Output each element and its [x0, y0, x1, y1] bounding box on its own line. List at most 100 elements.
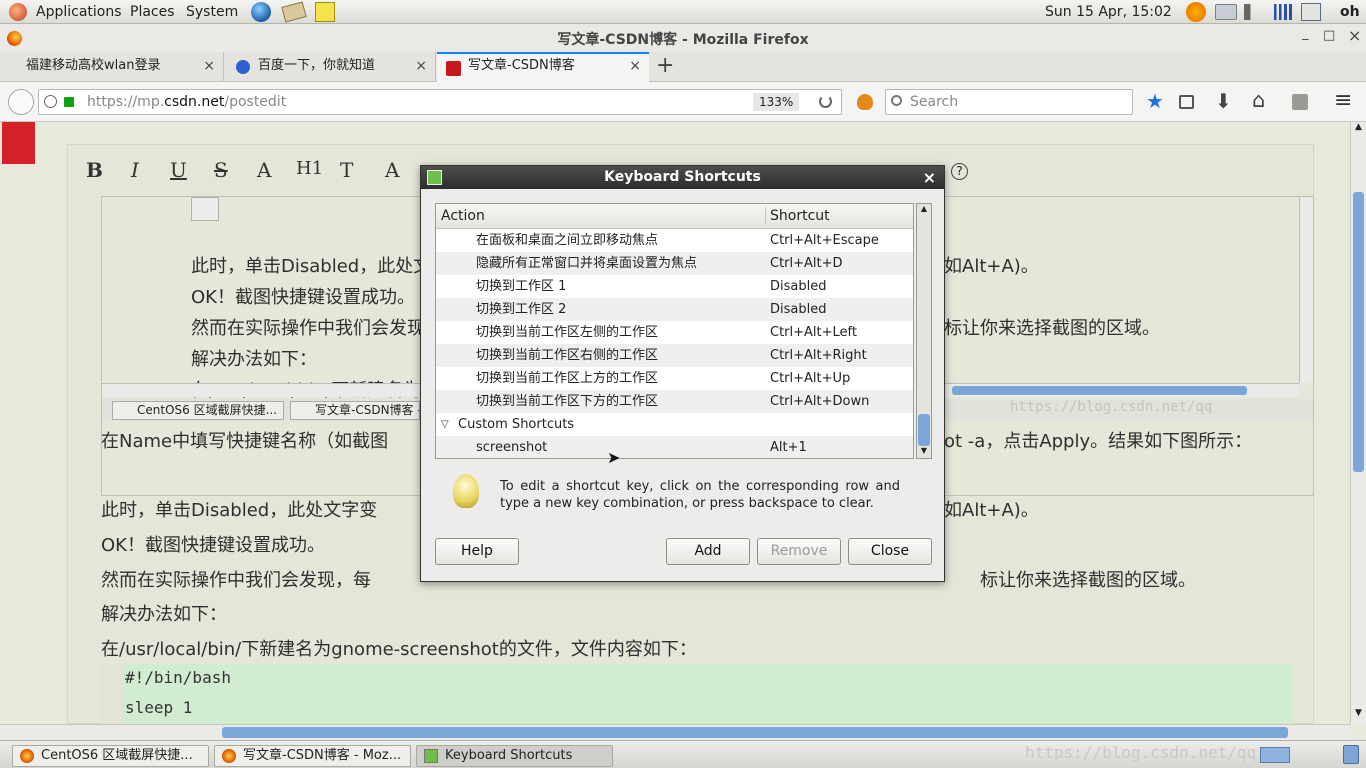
- help-circle-icon[interactable]: ?: [951, 163, 968, 180]
- csdn-red-tab[interactable]: [2, 122, 35, 164]
- bold-icon[interactable]: B: [86, 158, 103, 182]
- shortcuts-list[interactable]: Action Shortcut 在面板和桌面之间立即移动焦点 Ctrl+Alt+E…: [435, 203, 914, 459]
- shortcut-row[interactable]: 切换到工作区 1 Disabled: [436, 275, 913, 298]
- shortcut-row[interactable]: 切换到当前工作区左侧的工作区 Ctrl+Alt+Left: [436, 321, 913, 344]
- close-button[interactable]: Close: [848, 538, 932, 565]
- new-tab-button[interactable]: +: [656, 53, 674, 78]
- article-line-2[interactable]: 此时，单击Disabled，此处文字变: [101, 496, 377, 522]
- clock[interactable]: Sun 15 Apr, 15:02: [1045, 3, 1172, 21]
- article-line-6[interactable]: 在/usr/local/bin/下新建名为gnome-screenshot的文件…: [101, 635, 697, 661]
- applications-menu[interactable]: Applications: [36, 3, 122, 21]
- tab-csdn-active[interactable]: 写文章-CSDN博客 ×: [437, 52, 649, 83]
- user-menu[interactable]: oh: [1340, 3, 1360, 21]
- bookmark-star-icon[interactable]: ★: [1146, 89, 1164, 113]
- reload-icon[interactable]: [819, 95, 832, 108]
- shortcut-row[interactable]: 切换到工作区 2 Disabled: [436, 298, 913, 321]
- system-menu[interactable]: System: [186, 3, 238, 21]
- network-icon[interactable]: [1215, 4, 1237, 20]
- close-tab-icon[interactable]: ×: [629, 52, 641, 80]
- strikethrough-icon[interactable]: S: [214, 158, 228, 182]
- inner-line-right: 标让你来选择截图的区域。: [944, 318, 1160, 339]
- window-titlebar[interactable]: 写文章-CSDN博客 - Mozilla Firefox _ □ ×: [0, 24, 1366, 52]
- tab-wlan-login[interactable]: 福建移动高校wlan登录 ×: [0, 52, 224, 82]
- tab-baidu[interactable]: 百度一下，你就知道 ×: [224, 52, 436, 82]
- underline-icon[interactable]: U: [170, 158, 187, 182]
- reading-list-icon[interactable]: [1179, 95, 1194, 109]
- dialog-titlebar[interactable]: Keyboard Shortcuts ×: [421, 166, 944, 189]
- dialog-close-icon[interactable]: ×: [923, 166, 936, 189]
- font-color-icon[interactable]: A: [257, 158, 271, 182]
- search-bar[interactable]: Search: [885, 89, 1133, 115]
- inner-line-right: 如Alt+A)。: [944, 256, 1039, 277]
- battery-icon[interactable]: [1301, 3, 1321, 21]
- shortcut-row[interactable]: 切换到当前工作区下方的工作区 Ctrl+Alt+Down: [436, 390, 913, 413]
- shortcut-row[interactable]: 在面板和桌面之间立即移动焦点 Ctrl+Alt+Escape: [436, 229, 913, 252]
- web-browser-launcher-icon[interactable]: [251, 2, 271, 22]
- gnome-foot-icon[interactable]: [9, 3, 27, 21]
- maximize-button[interactable]: □: [1323, 28, 1335, 43]
- page-vertical-scrollbar[interactable]: ▲ ▼: [1350, 122, 1366, 724]
- notes-launcher-icon[interactable]: [315, 2, 335, 22]
- col-shortcut-header[interactable]: Shortcut: [770, 204, 830, 228]
- taskbar-item-keyboard-shortcuts[interactable]: Keyboard Shortcuts: [416, 745, 613, 767]
- article-line-1[interactable]: 在Name中填写快捷键名称（如截图: [101, 427, 388, 453]
- scroll-thumb[interactable]: [222, 727, 1288, 738]
- italic-icon[interactable]: I: [131, 158, 139, 182]
- taskbar-item-firefox[interactable]: 写文章-CSDN博客 - Moz...: [214, 745, 411, 767]
- article-line-4-right[interactable]: 标让你来选择截图的区域。: [980, 566, 1196, 592]
- addon-fox-icon[interactable]: [857, 94, 873, 110]
- page-horizontal-scrollbar[interactable]: [0, 724, 1350, 740]
- minimize-button[interactable]: _: [1302, 26, 1309, 41]
- url-bar[interactable]: https://mp.csdn.net/postedit 133%: [38, 89, 842, 115]
- keyboard-icon: [424, 749, 438, 763]
- trash-icon[interactable]: [1343, 745, 1359, 764]
- remove-button[interactable]: Remove: [757, 538, 841, 565]
- text-style-icon[interactable]: A: [385, 158, 399, 182]
- article-line-4[interactable]: 然而在实际操作中我们会发现，每: [101, 566, 371, 592]
- list-scroll-thumb[interactable]: [918, 414, 930, 446]
- row-shortcut: Alt+1: [770, 440, 807, 455]
- article-line-2-right[interactable]: 如Alt+A)。: [944, 496, 1039, 522]
- shortcut-row[interactable]: 切换到当前工作区上方的工作区 Ctrl+Alt+Up: [436, 367, 913, 390]
- pocket-icon[interactable]: [1292, 94, 1308, 110]
- article-line-1-right[interactable]: ot -a，点击Apply。结果如下图所示：: [944, 427, 1252, 453]
- shortcut-row-screenshot[interactable]: screenshot Alt+1: [436, 436, 913, 458]
- help-button[interactable]: Help: [435, 538, 519, 565]
- code-block[interactable]: #!/bin/bash sleep 1: [101, 664, 1293, 724]
- group-row-custom-shortcuts[interactable]: ▽ Custom Shortcuts: [436, 413, 913, 436]
- expander-triangle-icon[interactable]: ▽: [441, 413, 449, 436]
- close-window-button[interactable]: ×: [1348, 26, 1361, 45]
- heading-icon[interactable]: H1: [296, 158, 323, 179]
- close-tab-icon[interactable]: ×: [203, 52, 215, 80]
- article-line-5[interactable]: 解决办法如下：: [101, 600, 227, 626]
- signal-bars-icon[interactable]: [1274, 4, 1292, 20]
- scroll-thumb[interactable]: [1353, 192, 1364, 472]
- info-icon[interactable]: [44, 95, 57, 108]
- font-size-icon[interactable]: T: [340, 158, 353, 182]
- list-scrollbar[interactable]: ▲ ▼: [916, 203, 932, 459]
- inner-line: 此时，单击Disabled，此处文: [191, 256, 432, 277]
- taskbar-item-centos[interactable]: CentOS6 区域截屏快捷...: [12, 745, 209, 767]
- code-line: sleep 1: [125, 698, 193, 717]
- shortcut-row[interactable]: 隐藏所有正常窗口并将桌面设置为焦点 Ctrl+Alt+D: [436, 252, 913, 275]
- shortcut-row[interactable]: 切换到当前工作区右侧的工作区 Ctrl+Alt+Right: [436, 344, 913, 367]
- zoom-level-badge[interactable]: 133%: [753, 93, 800, 111]
- url-domain: csdn.net: [164, 94, 225, 110]
- add-button[interactable]: Add: [666, 538, 750, 565]
- article-line-3[interactable]: OK！截图快捷键设置成功。: [101, 531, 325, 557]
- col-action-header[interactable]: Action: [441, 204, 485, 228]
- back-arrow-icon[interactable]: [8, 89, 34, 115]
- volume-icon[interactable]: [1244, 4, 1260, 20]
- downloads-icon[interactable]: ⬇: [1215, 89, 1232, 113]
- update-sun-icon[interactable]: [1186, 2, 1206, 22]
- home-icon[interactable]: ⌂: [1252, 88, 1265, 112]
- hamburger-menu-icon[interactable]: ≡: [1334, 88, 1352, 113]
- taskbar-label: CentOS6 区域截屏快捷...: [41, 748, 193, 763]
- inner-line: 然而在实际操作中我们会发现: [191, 318, 425, 339]
- mail-launcher-icon[interactable]: [281, 1, 307, 23]
- csdn-logo-icon: [446, 61, 461, 76]
- places-menu[interactable]: Places: [130, 3, 175, 21]
- close-tab-icon[interactable]: ×: [415, 52, 427, 80]
- workspace-switcher-icon[interactable]: [1260, 747, 1290, 763]
- row-shortcut: Ctrl+Alt+Left: [770, 325, 857, 340]
